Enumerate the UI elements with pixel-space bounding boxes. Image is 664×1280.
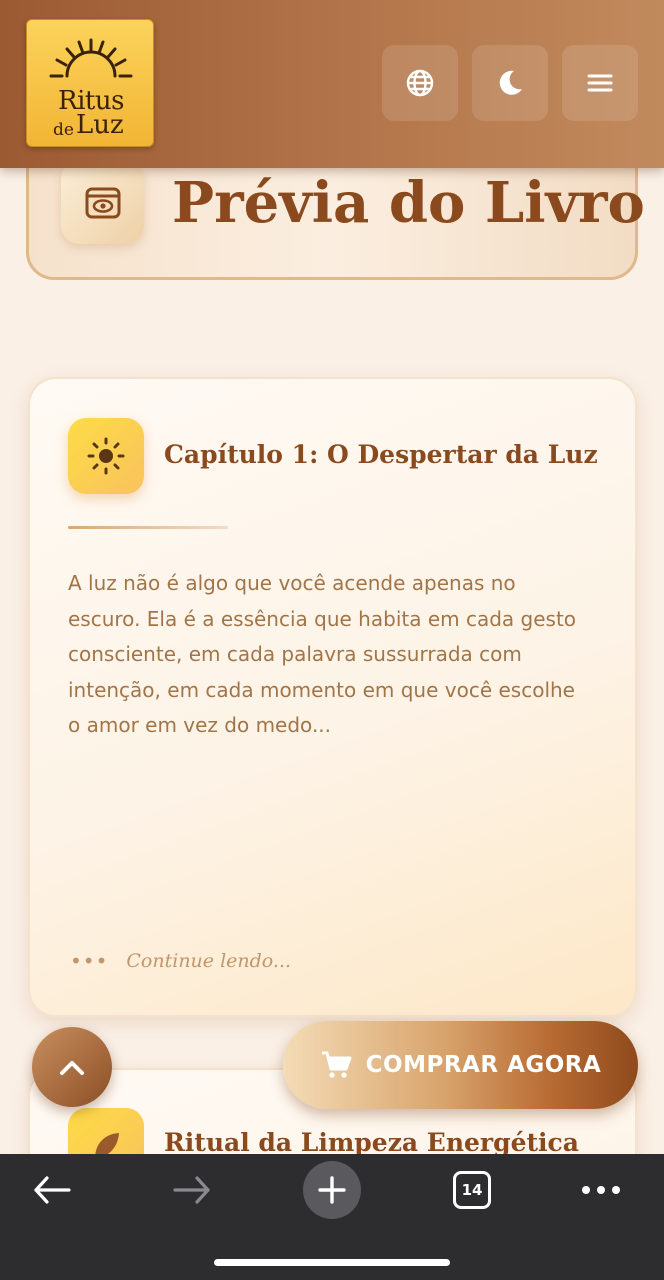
buy-now-label: COMPRAR AGORA — [365, 1052, 602, 1078]
logo-text-luz: Luz — [76, 110, 124, 140]
chevron-up-icon — [60, 1061, 84, 1075]
eye-icon — [85, 187, 120, 218]
moon-icon — [499, 70, 522, 95]
continue-reading-link[interactable]: ••• Continue lendo... — [70, 946, 291, 976]
theme-toggle-button[interactable] — [472, 45, 548, 121]
chapter-icon-badge — [68, 418, 144, 494]
preview-icon-badge — [61, 161, 144, 244]
arrow-left-icon — [34, 1176, 71, 1204]
plus-icon — [318, 1176, 346, 1204]
globe-icon — [406, 69, 434, 97]
more-icon — [582, 1186, 620, 1194]
chapter-title: Ritual da Limpeza Energética — [164, 1128, 579, 1157]
arrow-right-icon — [173, 1176, 210, 1204]
scroll-to-top-button[interactable] — [32, 1027, 112, 1107]
menu-icon — [587, 74, 613, 92]
forward-button[interactable] — [168, 1162, 216, 1218]
ritus-de-luz-logo[interactable]: Ritus de Luz — [26, 19, 154, 147]
page-title: Prévia do Livro — [172, 170, 645, 236]
cart-icon — [321, 1051, 352, 1078]
app-header: Ritus de Luz — [0, 0, 664, 168]
home-indicator — [214, 1259, 450, 1266]
logo-text-de: de — [53, 120, 74, 140]
menu-button[interactable] — [562, 45, 638, 121]
ellipsis-icon: ••• — [70, 949, 109, 973]
tab-switcher-button[interactable]: 14 — [453, 1171, 491, 1209]
back-button[interactable] — [28, 1162, 76, 1218]
chapter-divider — [68, 526, 228, 529]
more-options-button[interactable] — [578, 1162, 624, 1218]
continue-reading-label: Continue lendo... — [126, 950, 292, 972]
chapter-title: Capítulo 1: O Despertar da Luz — [164, 440, 598, 469]
buy-now-button[interactable]: COMPRAR AGORA — [283, 1021, 638, 1109]
sunrise-icon — [49, 38, 133, 78]
browser-toolbar: 14 — [0, 1154, 664, 1280]
chapter-excerpt: A luz não é algo que você acende apenas … — [68, 571, 577, 737]
language-button[interactable] — [382, 45, 458, 121]
new-tab-button[interactable] — [303, 1161, 361, 1219]
sun-icon — [87, 437, 125, 475]
